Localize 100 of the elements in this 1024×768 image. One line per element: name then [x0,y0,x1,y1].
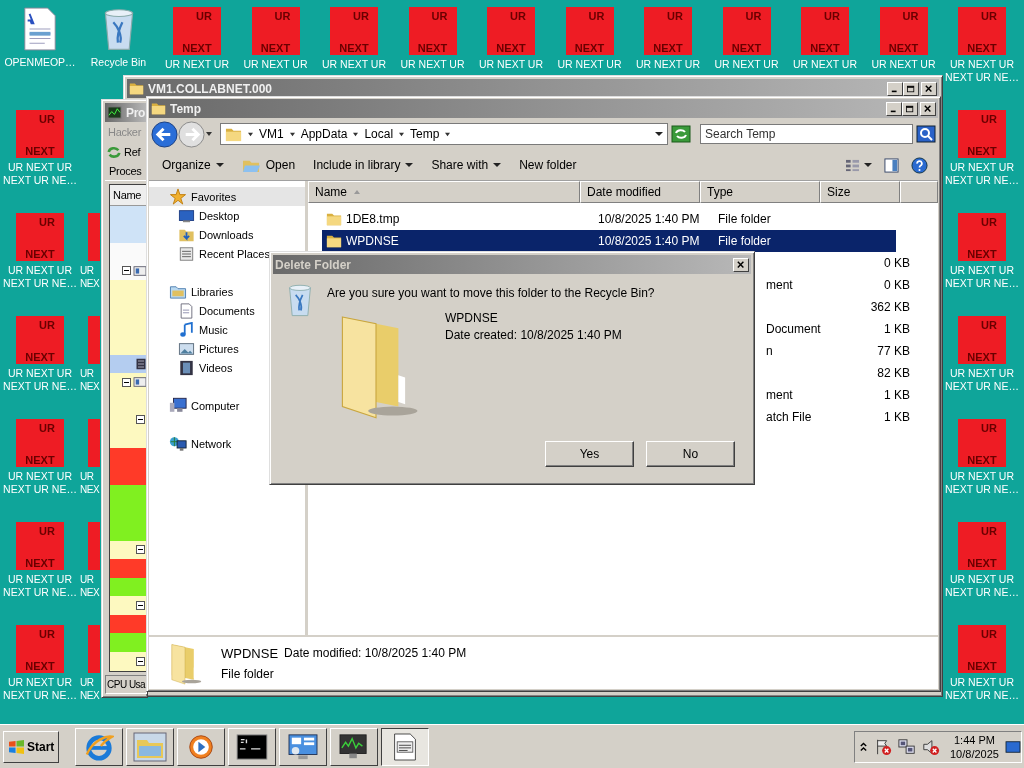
icon-label[interactable]: UR NEXT UR NEXT UR NE… [2,470,78,496]
icon-label[interactable]: UR NEXT UR NEXT UR NE… [944,58,1020,84]
app-tile[interactable]: UR NEXT [879,7,928,55]
start-button[interactable]: Start [3,730,60,763]
icon-label[interactable]: UR NEXT UR [551,58,628,71]
icon-label[interactable]: UR NEXT UR NEXT UR NE… [2,264,78,290]
icon-label[interactable]: UR NEXT UR NEXT UR NE… [944,573,1020,599]
app-tile[interactable]: UR NEXT [958,316,1006,364]
icon-label[interactable]: UR NEXT UR NEXT UR NE… [2,367,78,393]
search-field[interactable]: Search Temp [700,124,913,144]
icon-label[interactable]: UR NEX [80,573,100,599]
icon-label[interactable]: UR NEXT UR NEXT UR NE… [944,161,1020,187]
app-tile[interactable]: UR NEXT [958,213,1006,261]
file-row[interactable]: WPDNSE 10/8/2025 1:40 PM File folder [322,230,896,252]
app-tile[interactable]: UR NEXT [722,7,771,55]
close-button[interactable] [733,257,749,272]
address-bar[interactable]: VM1 AppData Local Temp [220,123,668,145]
minimize-button[interactable] [886,101,902,116]
breadcrumb-item[interactable]: Temp [410,127,440,141]
icon-label[interactable]: UR NEXT UR NEXT UR NE… [944,367,1020,393]
column-header[interactable]: Size [820,181,900,203]
maximize-button[interactable] [902,101,918,116]
close-button[interactable] [920,101,936,116]
nav-item[interactable]: Music [149,320,231,339]
app-tile[interactable]: UR NEXT [173,7,221,55]
app-tile[interactable]: UR NEXT [251,7,300,55]
nav-item[interactable]: Libraries [149,282,237,301]
app-tile[interactable] [88,213,100,261]
process-row[interactable] [110,373,147,392]
app-tile[interactable]: UR NEXT [801,7,849,55]
icon-label[interactable]: UR NEXT UR [316,58,392,71]
expand-toggle[interactable] [122,266,131,276]
icon-label[interactable]: OPENMEOP… [2,56,78,69]
app-tile[interactable] [88,316,100,364]
nav-item[interactable]: Downloads [149,225,257,244]
nav-item[interactable]: Favorites [149,187,305,206]
app-tile[interactable]: UR NEXT [16,110,64,158]
icon-label[interactable]: UR NEXT UR NEXT UR NE… [944,676,1020,702]
icon-label[interactable]: UR NEX [80,264,100,290]
icon-label[interactable]: UR NEXT UR [787,58,863,71]
app-tile[interactable]: UR NEXT [487,7,535,55]
network-button[interactable] [898,737,916,756]
nav-item[interactable]: Documents [149,301,258,320]
speaker-muted-button[interactable] [922,737,940,756]
show-desktop-button[interactable] [1004,739,1021,754]
chevron-button[interactable] [859,740,868,753]
dialog-button[interactable]: No [646,441,735,467]
icon-label[interactable]: UR NEXT UR [630,58,706,71]
app-tile[interactable]: UR NEXT [958,110,1006,158]
icon-label[interactable]: UR NEX [80,676,100,702]
app-tile[interactable]: UR NEXT [408,7,457,55]
icon-label[interactable]: UR NEXT UR [865,58,942,71]
expand-toggle[interactable] [136,601,145,611]
breadcrumb-item[interactable]: AppData [300,127,348,141]
icon-label[interactable]: UR NEX [80,470,100,496]
toolbar-button[interactable]: Organize [155,155,231,175]
app-tile[interactable] [88,522,100,570]
icon-label[interactable]: UR NEXT UR NEXT UR NE… [2,161,78,187]
icon-label[interactable]: UR NEXT UR [159,58,235,71]
expand-toggle[interactable] [136,545,145,555]
icon-label[interactable]: UR NEXT UR NEXT UR NE… [944,470,1020,496]
taskbar-button[interactable] [381,727,430,766]
app-tile[interactable]: UR NEXT [16,419,64,467]
toolbar-button[interactable]: Include in library [306,155,421,175]
app-tile[interactable]: UR NEXT [16,213,64,261]
nav-item[interactable]: Computer [149,396,243,415]
toolbar-button[interactable]: Open [234,153,303,177]
icon-label[interactable]: UR NEXT UR NEXT UR NE… [2,676,78,702]
close-button[interactable] [921,81,937,96]
app-tile[interactable]: UR NEXT [16,625,64,673]
menu-item[interactable]: Hacker [108,125,142,138]
app-tile[interactable]: UR NEXT [16,316,64,364]
app-tile[interactable]: UR NEXT [958,419,1006,467]
expand-toggle[interactable] [122,377,131,387]
icon-label[interactable]: Recycle Bin [80,56,157,69]
app-tile[interactable]: UR NEXT [958,7,1006,55]
app-tile[interactable]: UR NEXT [16,522,64,570]
icon-label[interactable]: UR NEXT UR NEXT UR NE… [944,264,1020,290]
icon-label[interactable]: UR NEXT UR NEXT UR NE… [2,573,78,599]
icon-label[interactable]: UR NEXT UR [473,58,549,71]
icon-label[interactable]: UR NEXT UR [394,58,471,71]
app-tile[interactable]: UR NEXT [565,7,614,55]
app-tile[interactable]: UR NEXT [958,522,1006,570]
app-tile[interactable] [88,625,100,673]
nav-item[interactable]: Recent Places [149,244,273,263]
toolbar-button[interactable]: Share with [424,155,509,175]
flag-button[interactable] [874,737,892,756]
process-row[interactable] [110,652,147,671]
column-header[interactable]: Type [700,181,820,203]
column-header[interactable]: Name [110,184,147,206]
toolbar-button[interactable]: Ref [124,145,141,158]
expand-toggle[interactable] [136,656,145,666]
process-row[interactable] [110,596,147,615]
nav-item[interactable]: Network [149,434,235,453]
app-tile[interactable] [88,419,100,467]
toolbar-button[interactable]: New folder [512,155,584,175]
breadcrumb-item[interactable]: VM1 [259,127,284,141]
dialog-button[interactable]: Yes [545,441,634,467]
breadcrumb-item[interactable]: Local [364,127,394,141]
icon-label[interactable]: UR NEX [80,367,100,393]
